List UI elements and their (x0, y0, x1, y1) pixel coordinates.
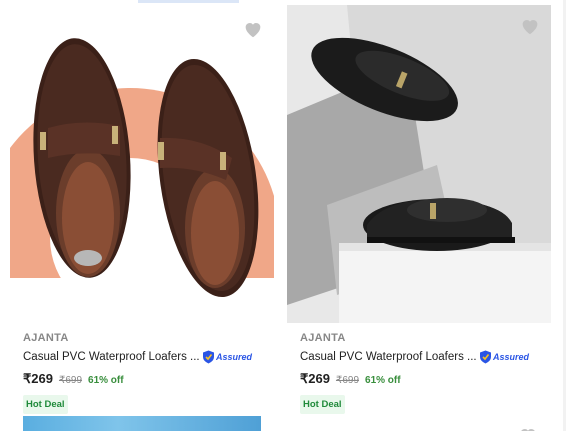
product-card[interactable]: AJANTA Casual PVC Waterproof Loafers ...… (285, 4, 562, 431)
brand-name: AJANTA (300, 332, 346, 344)
product-image[interactable] (287, 5, 551, 323)
black-loafers-image (287, 5, 551, 323)
assured-badge: Assured (202, 350, 252, 364)
selling-price: ₹269 (23, 371, 53, 386)
product-card[interactable]: AJANTA Casual PVC Waterproof Loafers ...… (0, 4, 277, 431)
heart-icon[interactable] (519, 15, 541, 37)
product-info: AJANTA Casual PVC Waterproof Loafers ...… (300, 331, 550, 414)
original-price: ₹699 (58, 375, 83, 386)
discount-percent: 61% off (88, 375, 124, 386)
product-title[interactable]: Casual PVC Waterproof Loafers ... (23, 351, 199, 363)
heart-icon[interactable] (242, 18, 264, 40)
discount-percent: 61% off (365, 375, 401, 386)
brand-name: AJANTA (23, 332, 69, 344)
product-info: AJANTA Casual PVC Waterproof Loafers ...… (23, 331, 273, 414)
original-price: ₹699 (335, 375, 360, 386)
heart-icon[interactable] (517, 424, 539, 431)
next-product-image[interactable] (23, 416, 261, 431)
brown-loafers-image (10, 8, 274, 322)
assured-badge: Assured (479, 350, 529, 364)
assured-label: Assured (216, 352, 253, 362)
assured-label: Assured (493, 352, 530, 362)
product-image[interactable] (10, 8, 274, 322)
hot-deal-badge: Hot Deal (23, 395, 68, 414)
selling-price: ₹269 (300, 371, 330, 386)
shield-icon (203, 350, 214, 364)
product-title[interactable]: Casual PVC Waterproof Loafers ... (300, 351, 476, 363)
hot-deal-badge: Hot Deal (300, 395, 345, 414)
shield-icon (480, 350, 491, 364)
tab-indicator (138, 0, 239, 3)
